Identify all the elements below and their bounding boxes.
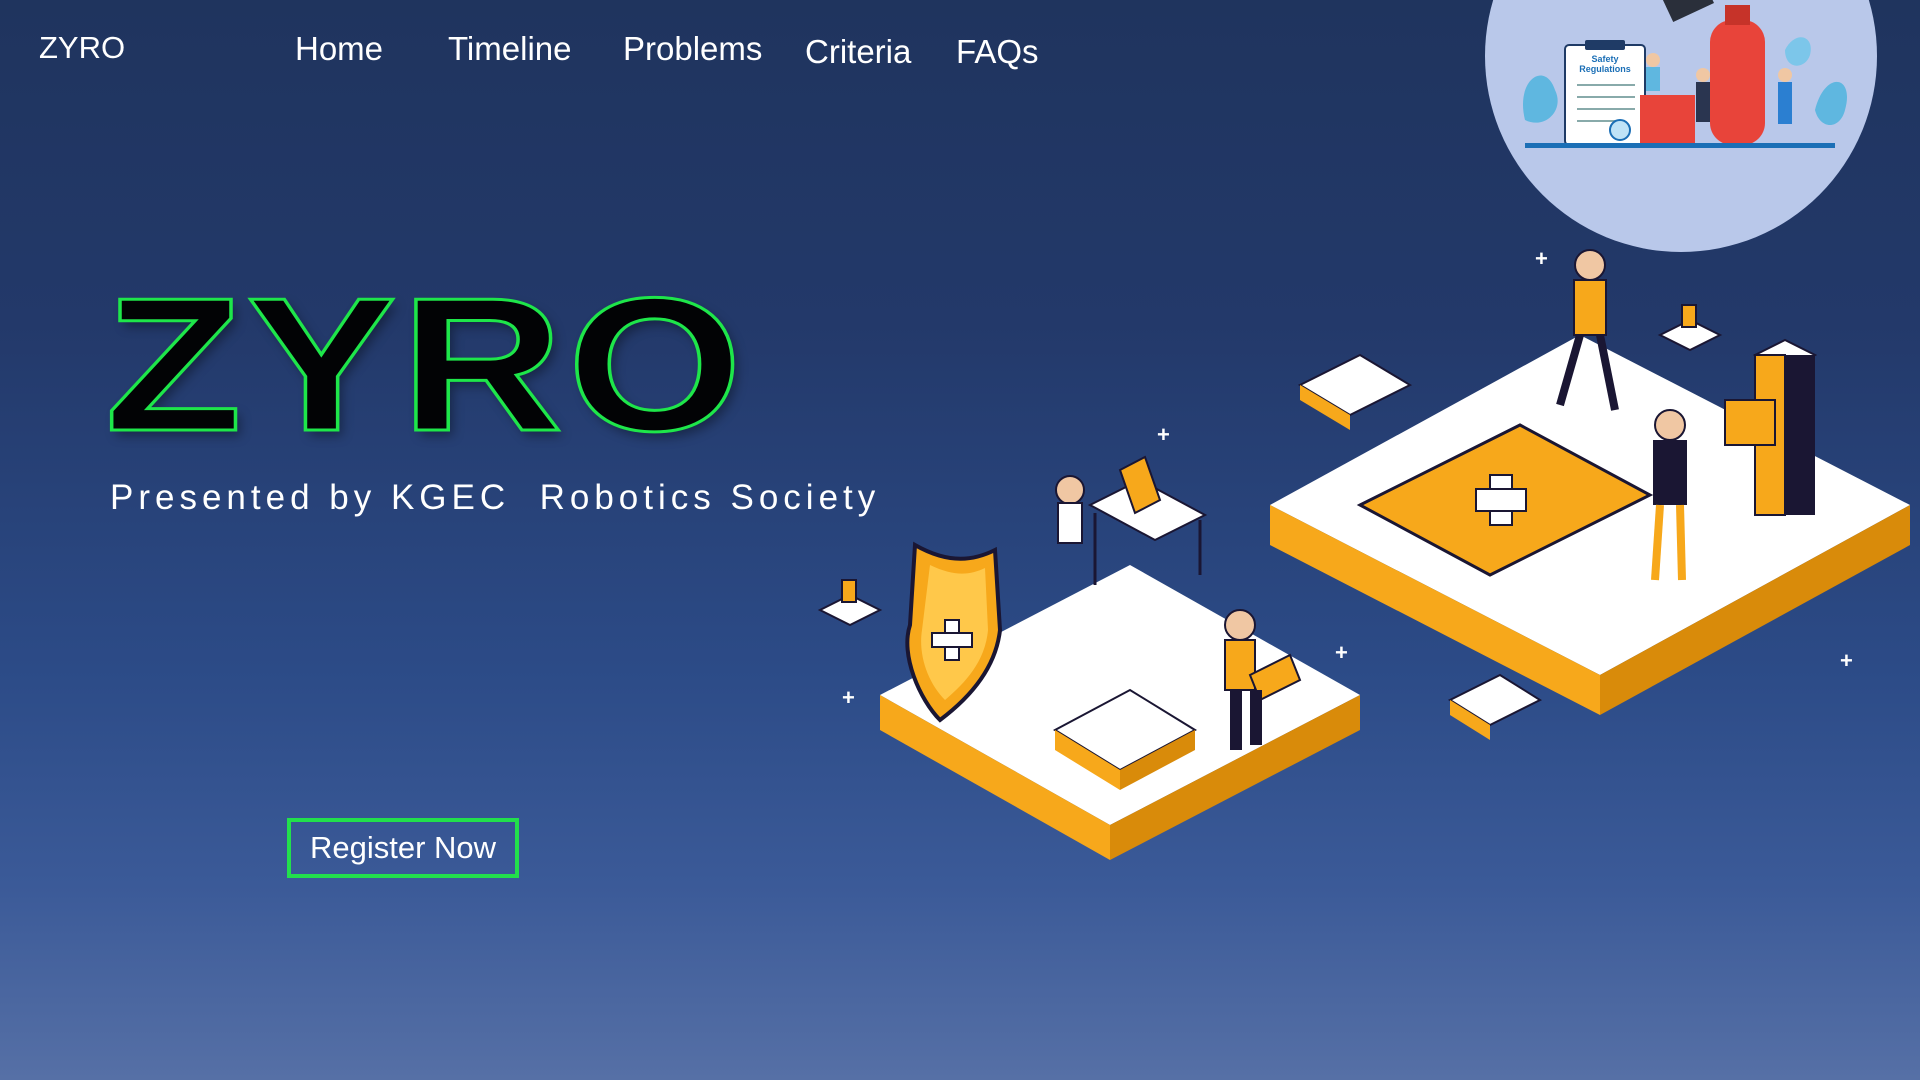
sparkle-icon: + (842, 685, 855, 710)
sparkle-icon: + (1840, 648, 1853, 673)
isometric-hero-illustration (800, 235, 1910, 880)
sparkle-icon: + (1535, 246, 1548, 271)
safety-scene-graphic: Safety Regulations (1522, 0, 1848, 148)
nav-criteria[interactable]: Criteria (805, 33, 911, 71)
safety-regulations-illustration: Safety Regulations (1485, 0, 1877, 252)
sparkle-icon: + (1335, 640, 1348, 665)
isometric-scene-graphic (817, 249, 1910, 860)
sparkle-icon: + (1157, 422, 1170, 447)
nav-home[interactable]: Home (295, 30, 383, 68)
nav-timeline[interactable]: Timeline (448, 30, 571, 68)
hero-subtitle: Presented by KGEC Robotics Society (110, 478, 881, 517)
nav-faqs[interactable]: FAQs (956, 33, 1039, 71)
sign-text-line1: Safety (1591, 54, 1618, 64)
hero-title: ZYRO (103, 259, 747, 471)
register-now-button[interactable]: Register Now (287, 818, 519, 878)
nav-problems[interactable]: Problems (623, 30, 762, 68)
sign-text-line2: Regulations (1579, 64, 1631, 74)
top-nav: Home Timeline Problems Criteria FAQs (0, 0, 1100, 110)
